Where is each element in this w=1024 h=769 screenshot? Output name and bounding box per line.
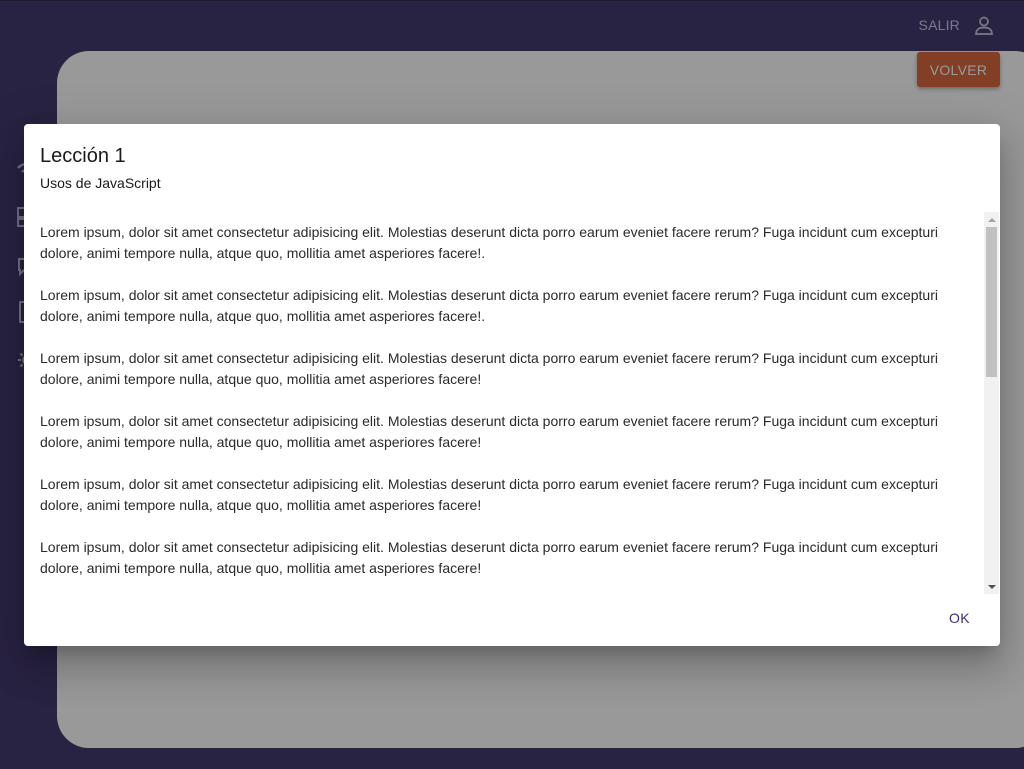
dialog-scrollbar[interactable]	[984, 212, 999, 594]
dialog-subtitle: Usos de JavaScript	[40, 175, 161, 191]
ok-button[interactable]: OK	[943, 606, 976, 630]
scroll-up-arrow-icon[interactable]	[984, 212, 999, 227]
scroll-thumb[interactable]	[986, 227, 997, 377]
scroll-down-arrow-icon[interactable]	[984, 579, 999, 594]
dialog-title: Lección 1	[40, 145, 126, 167]
lesson-dialog: Lección 1 Usos de JavaScript Lorem ipsum…	[24, 124, 1000, 646]
dialog-body[interactable]: Lorem ipsum, dolor sit amet consectetur …	[24, 212, 1000, 594]
dialog-actions: OK	[943, 606, 976, 630]
paragraph: Lorem ipsum, dolor sit amet consectetur …	[40, 350, 938, 387]
dialog-text: Lorem ipsum, dolor sit amet consectetur …	[40, 222, 964, 592]
paragraph: Lorem ipsum, dolor sit amet consectetur …	[40, 413, 938, 450]
paragraph: Lorem ipsum, dolor sit amet consectetur …	[40, 539, 938, 576]
paragraph: Lorem ipsum, dolor sit amet consectetur …	[40, 287, 938, 324]
paragraph: Lorem ipsum, dolor sit amet consectetur …	[40, 224, 938, 261]
paragraph: Lorem ipsum, dolor sit amet consectetur …	[40, 476, 938, 513]
